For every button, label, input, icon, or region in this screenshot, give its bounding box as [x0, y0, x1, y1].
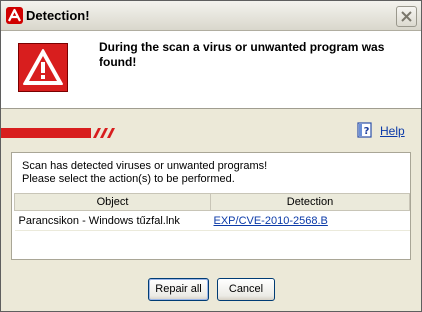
- cancel-button[interactable]: Cancel: [217, 278, 275, 301]
- avira-umbrella-icon: [6, 7, 23, 24]
- repair-all-button[interactable]: Repair all: [148, 278, 209, 301]
- detection-link[interactable]: EXP/CVE-2010-2568.B: [214, 215, 328, 227]
- column-header-detection[interactable]: Detection: [210, 193, 410, 211]
- table-row[interactable]: Parancsikon - Windows tűzfal.lnk EXP/CVE…: [14, 210, 410, 231]
- title-bar[interactable]: Detection!: [1, 1, 421, 31]
- results-table: Object Detection Parancsikon - Windows t…: [14, 193, 410, 231]
- help-link[interactable]: Help: [380, 124, 405, 138]
- detection-cell: EXP/CVE-2010-2568.B: [210, 210, 410, 231]
- object-cell: Parancsikon - Windows tűzfal.lnk: [14, 210, 211, 231]
- close-button[interactable]: [396, 6, 417, 27]
- detection-panel: Scan has detected viruses or unwanted pr…: [11, 152, 411, 260]
- window-title: Detection!: [26, 8, 90, 23]
- info-text: Scan has detected viruses or unwanted pr…: [22, 160, 267, 186]
- header-message: During the scan a virus or unwanted prog…: [99, 40, 385, 69]
- close-icon: [401, 11, 412, 22]
- info-line-2: Please select the action(s) to be perfor…: [22, 173, 235, 185]
- header-banner: During the scan a virus or unwanted prog…: [1, 31, 421, 138]
- help-book-icon[interactable]: ?: [357, 122, 373, 138]
- column-header-object[interactable]: Object: [14, 193, 211, 211]
- header-separator: [1, 108, 421, 109]
- svg-text:?: ?: [364, 126, 370, 137]
- detection-dialog: Detection! During the scan a virus or un…: [0, 0, 422, 312]
- table-header-row: Object Detection: [14, 193, 410, 211]
- info-line-1: Scan has detected viruses or unwanted pr…: [22, 160, 268, 172]
- warning-triangle-icon: [18, 43, 68, 92]
